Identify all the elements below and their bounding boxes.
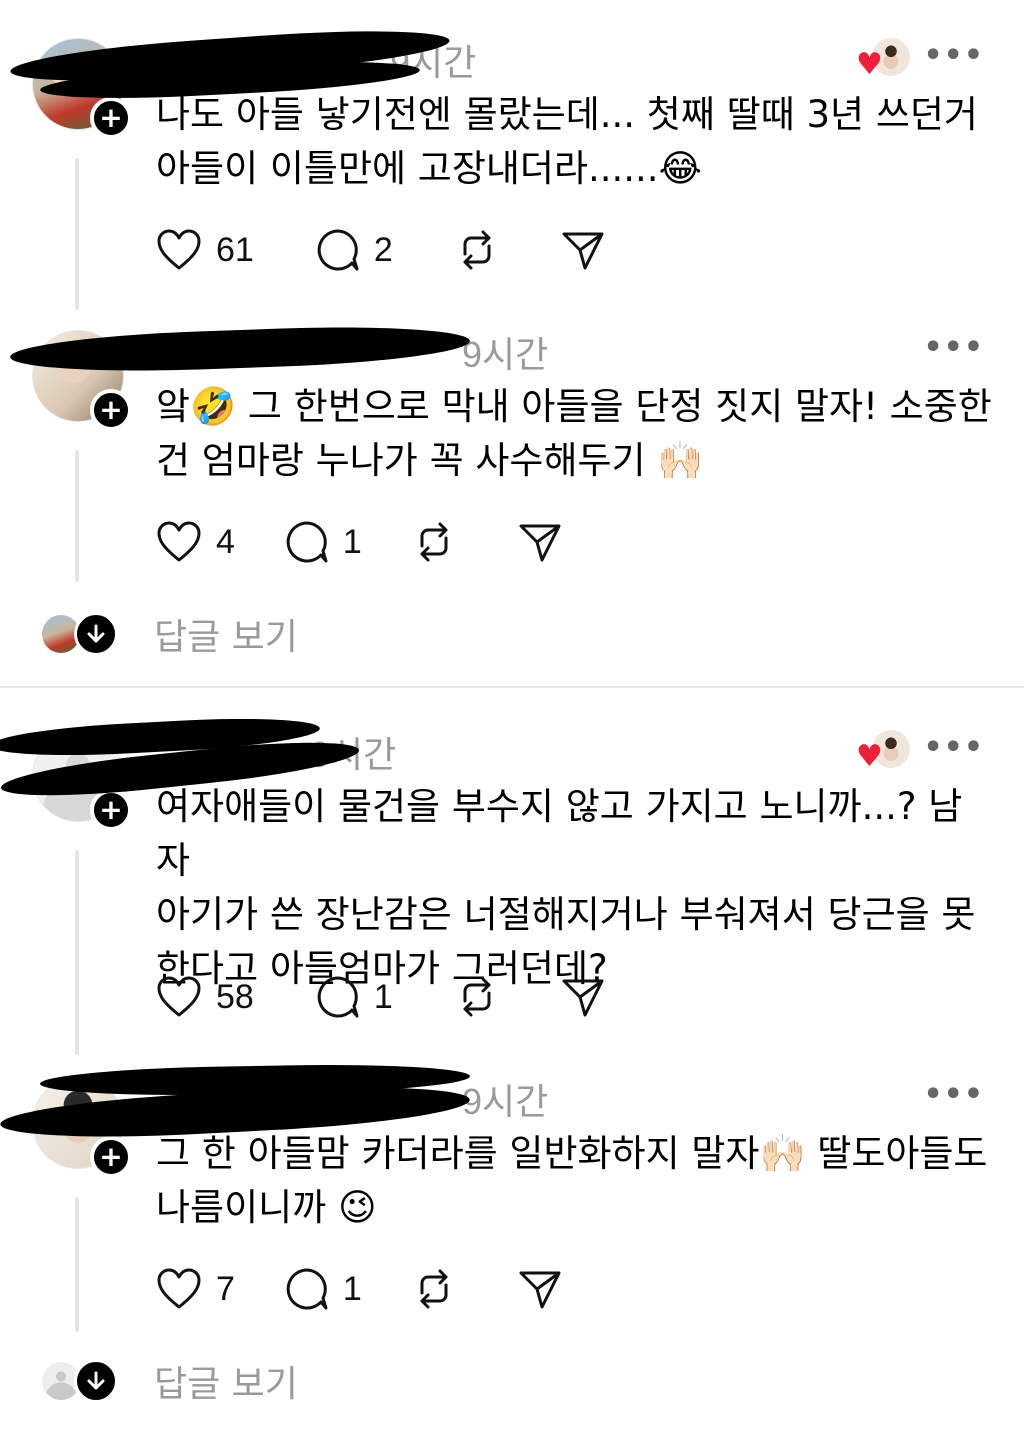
like-count: 7 xyxy=(216,1269,235,1308)
more-horizontal-icon[interactable]: ••• xyxy=(923,730,984,765)
view-replies-button[interactable]: 답글 보기 xyxy=(40,1357,298,1405)
repost-button[interactable] xyxy=(412,520,456,564)
reply-button[interactable]: 1 xyxy=(285,520,362,564)
more-horizontal-icon[interactable]: ••• xyxy=(923,38,984,73)
action-bar: 61 2 xyxy=(156,225,667,275)
action-bar: 58 1 xyxy=(156,972,667,1022)
repost-icon xyxy=(463,230,491,270)
liked-by-author-badge: ♥ xyxy=(856,36,912,82)
reply-button[interactable]: 1 xyxy=(285,1267,362,1311)
heart-filled-icon: ♥ xyxy=(856,739,883,774)
repost-icon xyxy=(420,522,448,562)
like-button[interactable]: 58 xyxy=(156,976,254,1018)
follow-plus-icon[interactable]: + xyxy=(90,389,132,431)
thread-line xyxy=(75,850,79,1055)
like-count: 58 xyxy=(216,977,254,1016)
like-button[interactable]: 4 xyxy=(156,521,235,563)
comment-icon xyxy=(286,1268,328,1310)
follow-plus-icon[interactable]: + xyxy=(90,789,132,831)
heart-icon xyxy=(157,1268,201,1309)
view-replies-label: 답글 보기 xyxy=(154,1364,298,1405)
more-horizontal-icon[interactable]: ••• xyxy=(923,1077,984,1112)
heart-icon xyxy=(157,521,201,562)
comment-text: 여자애들이 물건을 부수지 않고 가지고 노니까...? 남자 아기가 쓴 장난… xyxy=(156,785,976,990)
share-button[interactable] xyxy=(561,975,605,1019)
send-icon xyxy=(562,232,604,270)
repost-button[interactable] xyxy=(412,1267,456,1311)
comment-icon xyxy=(317,976,359,1018)
repost-icon xyxy=(420,1269,448,1309)
comment-text: 그 한 아들맘 카더라를 일반화하지 말자🙌🏻 딸도아들도 나름이니까 😉 xyxy=(156,1132,988,1229)
thread-divider xyxy=(0,686,1024,688)
comment-icon xyxy=(286,521,328,563)
arrow-down-icon xyxy=(74,612,118,656)
like-count: 61 xyxy=(216,230,254,269)
arrow-down-icon xyxy=(74,1359,118,1403)
thread-line xyxy=(75,158,79,310)
reply-button[interactable]: 1 xyxy=(316,975,393,1019)
share-button[interactable] xyxy=(518,1267,562,1311)
like-button[interactable]: 61 xyxy=(156,229,254,271)
heart-icon xyxy=(157,976,201,1017)
repost-icon xyxy=(463,977,491,1017)
view-replies-button[interactable]: 답글 보기 xyxy=(40,610,298,658)
send-icon xyxy=(562,979,604,1017)
send-icon xyxy=(519,1271,561,1309)
view-replies-label: 답글 보기 xyxy=(154,617,298,658)
like-button[interactable]: 7 xyxy=(156,1268,235,1310)
heart-icon xyxy=(157,229,201,270)
action-bar: 7 1 xyxy=(156,1264,624,1314)
more-horizontal-icon[interactable]: ••• xyxy=(923,330,984,365)
post-time: 9시간 xyxy=(462,334,549,375)
like-count: 4 xyxy=(216,522,235,561)
action-bar: 4 1 xyxy=(156,517,624,567)
follow-plus-icon[interactable]: + xyxy=(90,97,132,139)
share-button[interactable] xyxy=(561,228,605,272)
reply-count: 1 xyxy=(342,522,362,561)
heart-filled-icon: ♥ xyxy=(856,47,883,82)
reply-count: 1 xyxy=(373,977,393,1016)
repost-button[interactable] xyxy=(455,228,499,272)
reply-count: 1 xyxy=(342,1269,362,1308)
comment-icon xyxy=(317,229,359,271)
thread-line xyxy=(75,450,79,582)
follow-plus-icon[interactable]: + xyxy=(90,1136,132,1178)
reply-count: 2 xyxy=(373,230,393,269)
repost-button[interactable] xyxy=(455,975,499,1019)
liked-by-author-badge: ♥ xyxy=(856,728,912,774)
post-time: 9시간 xyxy=(462,1081,549,1122)
comment-text: 앜🤣 그 한번으로 막내 아들을 단정 짓지 말자! 소중한 건 엄마랑 누나가… xyxy=(156,385,992,482)
send-icon xyxy=(519,524,561,562)
reply-button[interactable]: 2 xyxy=(316,228,393,272)
share-button[interactable] xyxy=(518,520,562,564)
comment-text: 나도 아들 낳기전엔 몰랐는데... 첫째 딸때 3년 쓰던거 아들이 이틀만에… xyxy=(156,93,978,190)
thread-line xyxy=(75,1197,79,1332)
